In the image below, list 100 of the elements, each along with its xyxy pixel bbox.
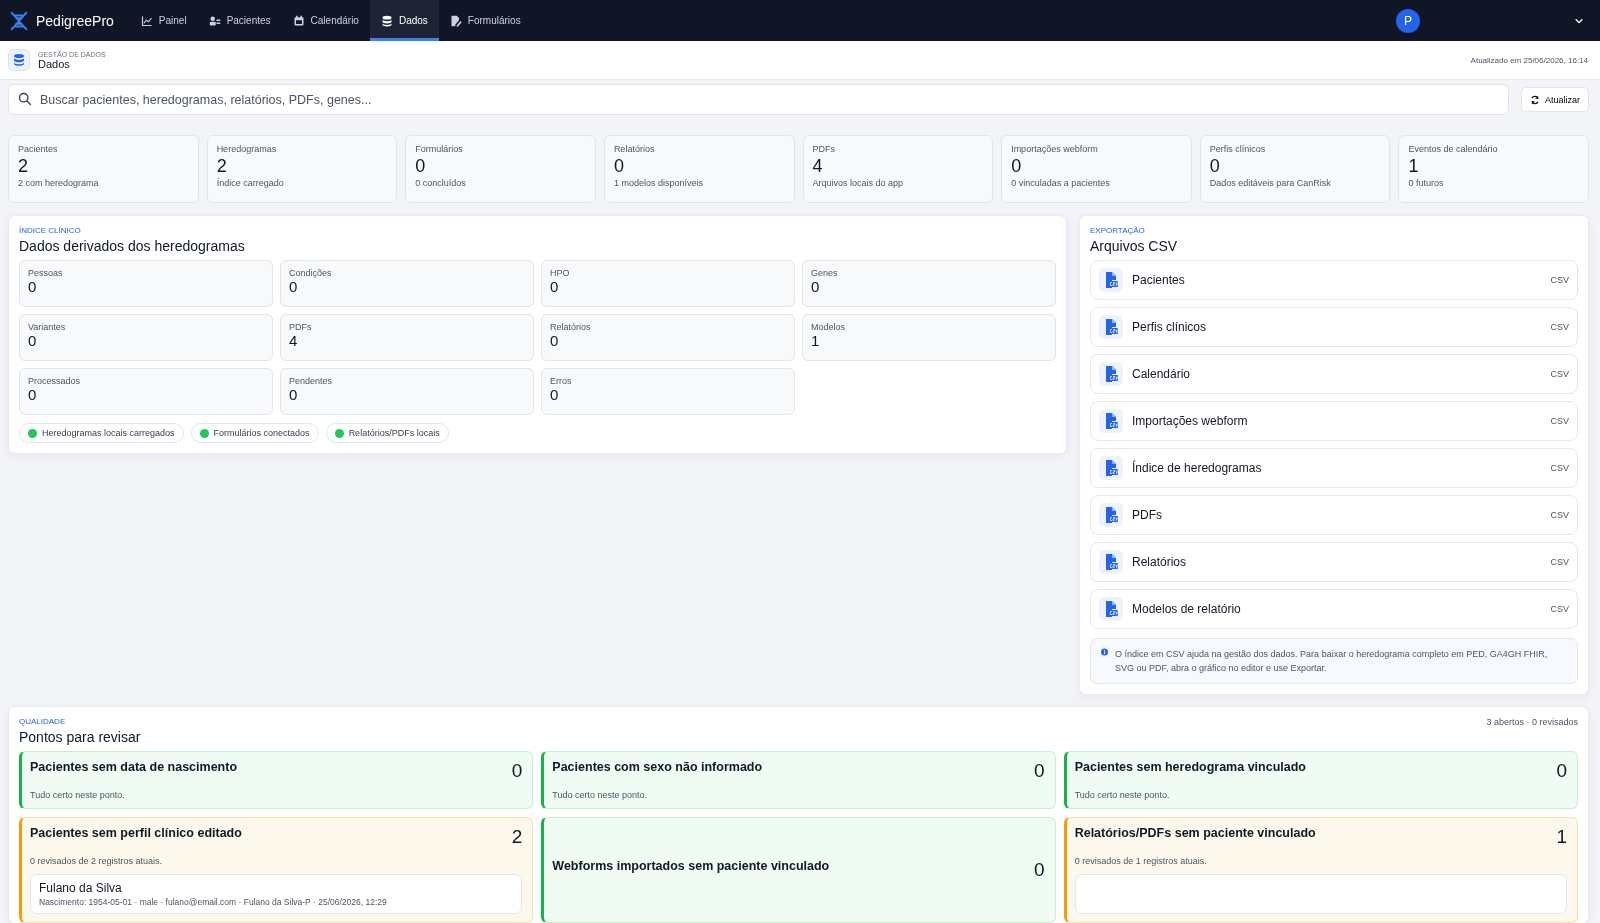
format-tag: CSV [1550,275,1569,285]
nav-tab[interactable]: Painel [129,0,198,41]
refresh-button[interactable]: Atualizar [1521,87,1589,112]
csv-file-icon [1099,409,1123,433]
stat-caption: Dados editáveis para CanRisk [1209,178,1332,188]
metric-label: Relatórios [550,322,592,332]
user-avatar[interactable]: P [1396,8,1420,33]
nav-tab[interactable]: Dados [369,0,439,41]
metric-label: Modelos [811,322,847,332]
section-title: Pontos para revisar [19,729,142,745]
status-label: Heredogramas locais carregados [42,428,175,438]
info-text: O índice em CSV ajuda na gestão dos dados. Para baixar o heredograma completo em PED, GA4GH FHIR, SVG ou PDF, abra o gráfico no editor e use Exportar. [1115,648,1549,675]
metric-value: 0 [28,386,38,403]
stat-value: 0 [1011,155,1023,178]
csv-export-item[interactable]: Calendário CSV [1090,354,1578,394]
csv-export-item[interactable]: Índice de heredogramas CSV [1090,448,1578,488]
stat-label: Pacientes [18,144,59,154]
search-field[interactable]: Buscar pacientes, heredogramas, relatórios, PDFs, genes... [8,84,1509,115]
metric-label: Genes [811,268,839,278]
stat-label: Relatórios [613,144,656,154]
csv-export-item[interactable]: Importações webform CSV [1090,401,1578,441]
stat-caption: 0 futuros [1408,178,1445,188]
metric-value: 0 [550,386,560,403]
metric-value: 0 [28,278,38,295]
check-count: 1 [1556,826,1567,848]
metric-label: Erros [550,376,573,386]
metric-label: HPO [550,268,571,278]
check-count: 0 [1034,859,1045,881]
format-tag: CSV [1550,369,1569,379]
stat-value: 0 [415,155,427,178]
stat-label: Perfis clínicos [1209,144,1267,154]
check-title: Relatórios/PDFs sem paciente vinculado [1074,826,1316,840]
format-tag: CSV [1550,604,1569,614]
check-note: 0 revisados de 2 registros atuais. [30,856,164,866]
metric-value: 1 [811,332,821,349]
stat-label: PDFs [812,144,836,154]
page-title: Dados [38,57,71,70]
check-count: 0 [1034,760,1045,782]
stat-value: 4 [812,155,824,178]
check-count: 0 [1556,760,1567,782]
stat-label: Heredogramas [216,144,278,154]
status-label: Formulários conectados [213,428,310,438]
metric-value: 0 [811,278,821,295]
stat-caption: 2 com heredograma [18,178,100,188]
stat-label: Importações webform [1011,144,1099,154]
csv-export-item[interactable]: Pacientes CSV [1090,260,1578,300]
section-title: Dados derivados dos heredogramas [19,238,246,254]
csv-export-item[interactable]: Relatórios CSV [1090,542,1578,582]
csv-file-icon [1099,456,1123,480]
csv-export-item[interactable]: PDFs CSV [1090,495,1578,535]
stat-caption: 1 modelos disponíveis [613,178,704,188]
metric-label: Condições [289,268,333,278]
metric-value: 0 [550,332,560,349]
metric-value: 0 [28,332,38,349]
metric-label: Pendentes [289,376,334,386]
stat-value: 0 [1209,155,1221,178]
stat-value: 1 [1408,155,1420,178]
format-tag: CSV [1550,322,1569,332]
brand-name: PedigreePro [36,12,114,29]
database-icon [380,14,393,27]
metric-value: 0 [289,386,299,403]
nav-tab[interactable]: Pacientes [197,0,282,41]
section-title: Arquivos CSV [1090,238,1179,254]
csv-export-item[interactable]: Perfis clínicos CSV [1090,307,1578,347]
metric-value: 0 [550,278,560,295]
section-eyebrow: QUALIDADE [19,717,67,726]
check-note: Tudo certo neste ponto. [552,790,649,800]
section-eyebrow: ÍNDICE CLÍNICO [19,226,82,235]
metric-label: Variantes [28,322,67,332]
updated-time: Atualizado em 25/06/2026, 16:14 [1470,55,1588,65]
people-icon [208,14,221,27]
stat-value: 2 [216,155,228,178]
check-note: 0 revisados de 1 registros atuais. [1074,856,1208,866]
check-title: Pacientes sem perfil clínico editado [30,826,242,840]
format-tag: CSV [1550,557,1569,567]
csv-file-icon [1099,268,1123,292]
check-count: 0 [511,760,523,782]
csv-file-icon [1099,315,1123,339]
record-card[interactable]: Fulano da Silva Nascimento: 1954-05-01 · male · fulano@email.com · Fulano da Silva-P · 25/06/2026, 12:29 [30,874,523,914]
form-icon [449,14,462,27]
record-detail: Nascimento: 1954-05-01 · male · fulano@email.com · Fulano da Silva-P · 25/06/2026, 12:29 [39,897,388,907]
logo-icon [8,9,30,32]
nav-tab[interactable]: Formulários [438,0,532,41]
nav-tab[interactable]: Calendário [281,0,370,41]
csv-export-item[interactable]: Modelos de relatório CSV [1090,589,1578,629]
metric-value: 4 [289,332,299,349]
check-title: Pacientes sem heredograma vinculado [1074,760,1306,774]
stat-value: 2 [18,155,29,178]
stat-caption: Índice carregado [216,178,285,188]
refresh-icon [1530,94,1540,105]
metric-label: PDFs [289,322,313,332]
csv-file-icon [1099,362,1123,386]
section-eyebrow: EXPORTAÇÃO [1090,226,1146,235]
csv-file-icon [1099,550,1123,574]
record-name: Fulano da Silva [39,881,123,895]
csv-file-icon [1099,597,1123,621]
check-note: Tudo certo neste ponto. [30,790,126,800]
review-summary: 3 abertos · 0 revisados [1486,717,1578,727]
calendar-icon [292,14,305,27]
metric-value: 0 [289,278,299,295]
